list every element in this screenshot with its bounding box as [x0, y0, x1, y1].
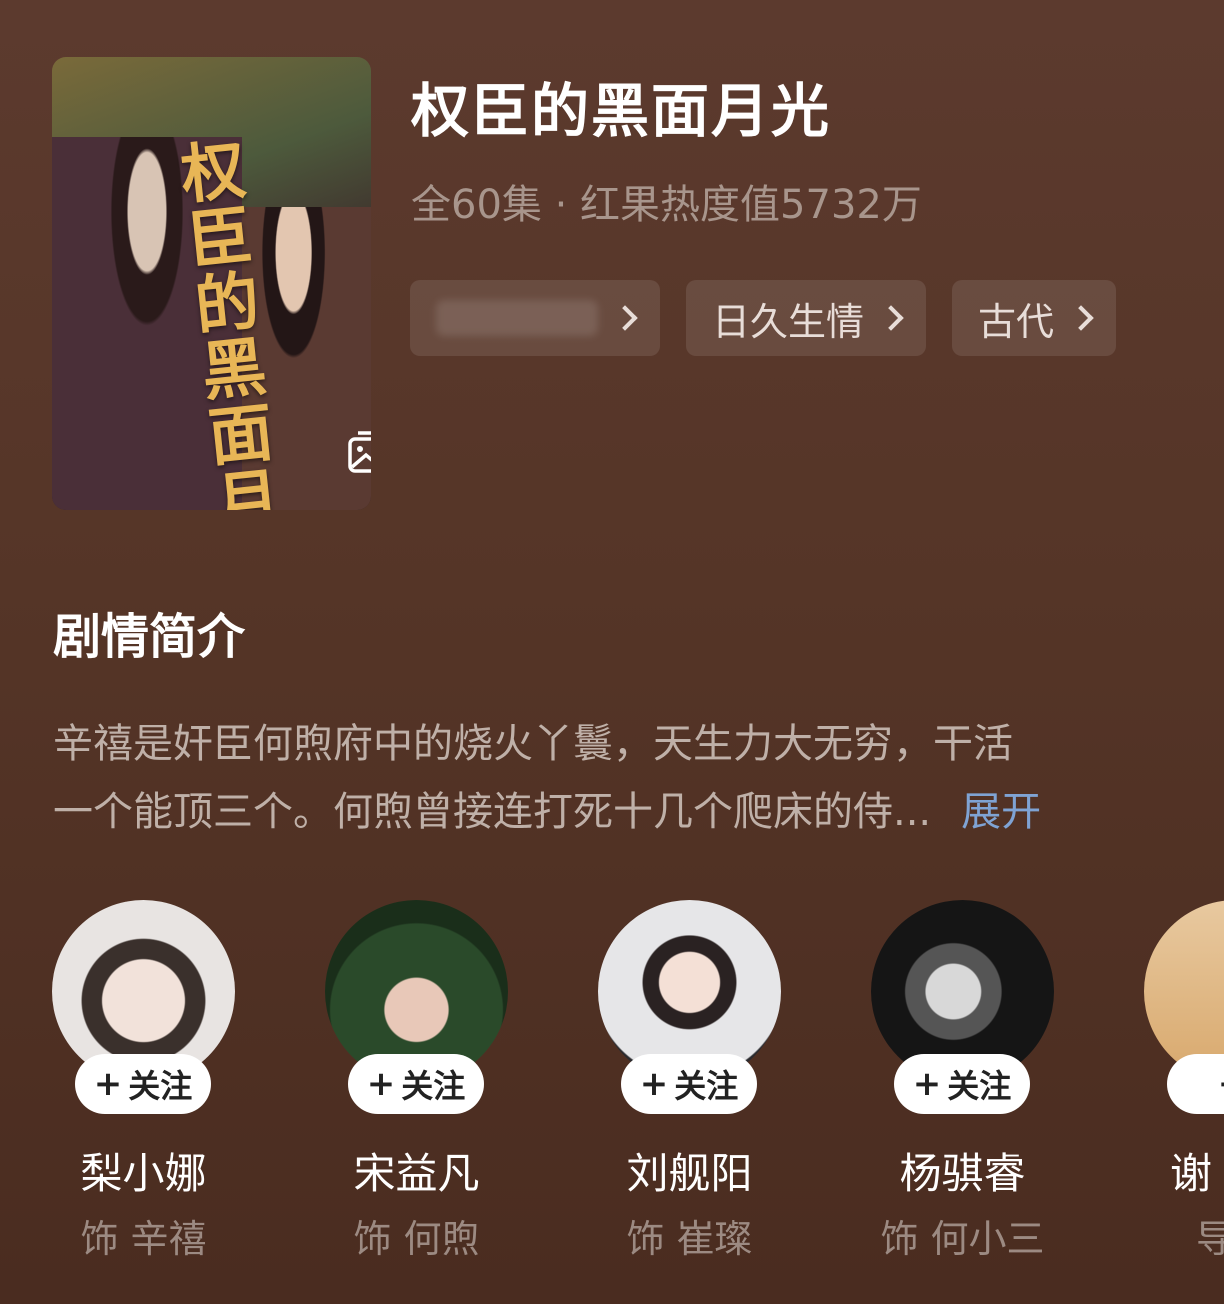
- cast-member[interactable]: + 关注 刘舰阳 饰 崔璨: [598, 900, 781, 1261]
- cast-name: 谢: [1170, 1149, 1213, 1198]
- follow-button[interactable]: + 关注: [894, 1054, 1030, 1114]
- synopsis-text: 辛禧是奸臣何煦府中的烧火丫鬟，天生力大无穷，干活 一个能顶三个。何煦曾接连打死十…: [53, 710, 1163, 846]
- cast-role: 饰 崔璨: [626, 1217, 753, 1261]
- cast-list: + 关注 梨小娜 饰 辛禧 + 关注 宋益凡 饰 何煦 + 关注 刘舰阳 饰 崔璨 +…: [52, 900, 1224, 1304]
- plus-icon: +: [366, 1064, 396, 1104]
- cast-name: 杨骐睿: [899, 1149, 1026, 1198]
- cast-name: 刘舰阳: [626, 1149, 753, 1198]
- synopsis-heading: 剧情简介: [53, 609, 246, 665]
- poster-image[interactable]: 权臣的黑面月光: [52, 57, 371, 510]
- cast-member[interactable]: + 关注 梨小娜 饰 辛禧: [52, 900, 235, 1261]
- chevron-right-icon: [878, 305, 904, 331]
- plus-icon: +: [639, 1064, 669, 1104]
- tag-item-3[interactable]: 古代: [952, 280, 1117, 356]
- cast-member[interactable]: + 关注 宋益凡 饰 何煦: [325, 900, 508, 1261]
- tag-label: 古代: [978, 299, 1055, 344]
- cast-role: 饰 何小三: [880, 1217, 1045, 1261]
- cast-role: 饰 何煦: [353, 1217, 480, 1261]
- synopsis-line-1: 辛禧是奸臣何煦府中的烧火丫鬟，天生力大无穷，干活: [53, 721, 1013, 767]
- follow-button[interactable]: + 关注: [621, 1054, 757, 1114]
- chevron-right-icon: [1068, 305, 1094, 331]
- chevron-right-icon: [612, 305, 638, 331]
- plus-icon: +: [93, 1064, 123, 1104]
- expand-button[interactable]: 展开: [961, 789, 1041, 835]
- drama-meta: 全60集 · 红果热度值5732万: [411, 182, 922, 228]
- tag-list: 日久生情 古代: [410, 280, 1117, 356]
- cast-member[interactable]: + 关注 杨骐睿 饰 何小三: [871, 900, 1054, 1261]
- tag-label-blurred: [436, 300, 598, 336]
- follow-button[interactable]: +: [1167, 1054, 1224, 1114]
- plus-icon: +: [912, 1064, 942, 1104]
- cast-role: 饰 辛禧: [80, 1217, 207, 1261]
- synopsis-line-2: 一个能顶三个。何煦曾接连打死十几个爬床的侍...: [53, 789, 932, 835]
- cast-name: 梨小娜: [80, 1149, 207, 1198]
- tag-item-1[interactable]: [410, 280, 660, 356]
- drama-title: 权臣的黑面月光: [411, 77, 832, 145]
- plus-icon: +: [1218, 1064, 1224, 1104]
- cast-member[interactable]: + 谢 导: [1144, 900, 1224, 1261]
- follow-button[interactable]: + 关注: [75, 1054, 211, 1114]
- tag-label: 日久生情: [712, 299, 865, 344]
- follow-button[interactable]: + 关注: [348, 1054, 484, 1114]
- cast-role: 导: [1196, 1217, 1224, 1261]
- tag-item-2[interactable]: 日久生情: [686, 280, 927, 356]
- cast-name: 宋益凡: [353, 1149, 480, 1198]
- gallery-icon[interactable]: [344, 427, 371, 479]
